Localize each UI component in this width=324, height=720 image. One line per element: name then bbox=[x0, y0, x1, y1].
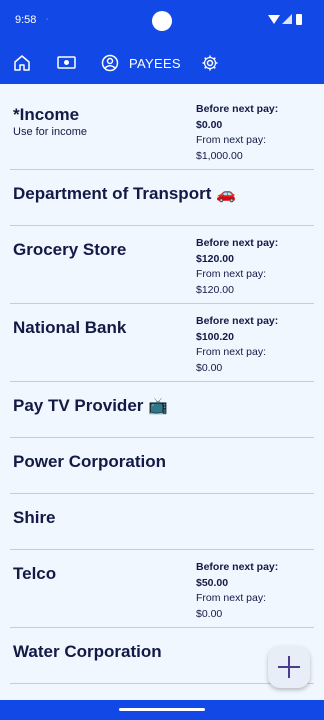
add-payee-button[interactable] bbox=[268, 646, 310, 688]
from-next-pay-value: $0.00 bbox=[196, 607, 223, 620]
from-next-pay-value: $0.00 bbox=[196, 361, 223, 374]
payee-name: *Income bbox=[13, 105, 80, 124]
top-navigation: PAYEES bbox=[0, 42, 324, 84]
tv-icon: 📺 bbox=[148, 398, 169, 415]
pay-summary: Before next pay: $100.20 From next pay: … bbox=[196, 314, 278, 376]
status-bar: 9:58 · bbox=[0, 0, 324, 42]
payee-name: Pay TV Provider 📺 bbox=[13, 396, 168, 416]
payee-name: National Bank bbox=[13, 318, 127, 337]
list-item[interactable]: *Income Use for income Before next pay: … bbox=[10, 84, 314, 170]
money-icon[interactable] bbox=[57, 54, 76, 72]
before-next-pay-label: Before next pay: bbox=[196, 103, 279, 115]
payee-name: Power Corporation bbox=[13, 452, 167, 471]
payee-name-text: Pay TV Provider bbox=[13, 396, 144, 415]
list-item[interactable]: Shire bbox=[10, 494, 314, 550]
gear-icon[interactable] bbox=[201, 54, 219, 72]
from-next-pay-label: From next pay: bbox=[196, 592, 267, 604]
gesture-bar bbox=[0, 700, 324, 720]
payee-name: Grocery Store bbox=[13, 240, 127, 259]
plus-icon-stem bbox=[288, 656, 290, 678]
pay-summary: Before next pay: $120.00 From next pay: … bbox=[196, 236, 278, 298]
home-icon[interactable] bbox=[13, 54, 31, 72]
pay-summary: Before next pay: $0.00 From next pay: $1… bbox=[196, 102, 278, 164]
list-item[interactable]: Grocery Store Before next pay: $120.00 F… bbox=[10, 226, 314, 304]
battery-icon bbox=[296, 14, 302, 25]
payee-name: Water Corporation bbox=[13, 642, 162, 661]
from-next-pay-label: From next pay: bbox=[196, 268, 267, 280]
status-time: 9:58 bbox=[15, 14, 37, 26]
from-next-pay-value: $120.00 bbox=[196, 283, 234, 296]
home-gesture-handle[interactable] bbox=[119, 708, 205, 711]
wifi-icon bbox=[268, 15, 280, 24]
payee-subtitle: Use for income bbox=[13, 126, 87, 138]
payee-name: Telco bbox=[13, 564, 57, 583]
before-next-pay-label: Before next pay: bbox=[196, 315, 279, 327]
pay-summary: Before next pay: $50.00 From next pay: $… bbox=[196, 560, 278, 622]
from-next-pay-label: From next pay: bbox=[196, 134, 267, 146]
tab-payees-label[interactable]: PAYEES bbox=[129, 56, 181, 71]
from-next-pay-label: From next pay: bbox=[196, 346, 267, 358]
from-next-pay-value: $1,000.00 bbox=[196, 149, 243, 162]
list-item[interactable]: National Bank Before next pay: $100.20 F… bbox=[10, 304, 314, 382]
signal-icon bbox=[282, 14, 292, 24]
notification-dot: · bbox=[46, 16, 49, 23]
before-next-pay-value: $120.00 bbox=[196, 252, 234, 265]
before-next-pay-label: Before next pay: bbox=[196, 237, 279, 249]
payee-name-text: Department of Transport bbox=[13, 184, 212, 203]
list-item[interactable]: Power Corporation bbox=[10, 438, 314, 494]
person-circle-icon[interactable] bbox=[101, 54, 119, 72]
before-next-pay-label: Before next pay: bbox=[196, 561, 279, 573]
car-icon: 🚗 bbox=[216, 186, 237, 203]
before-next-pay-value: $0.00 bbox=[196, 118, 223, 131]
before-next-pay-value: $50.00 bbox=[196, 576, 229, 589]
list-item[interactable]: Pay TV Provider 📺 bbox=[10, 382, 314, 438]
payee-list: *Income Use for income Before next pay: … bbox=[0, 84, 324, 700]
camera-cutout bbox=[152, 11, 172, 31]
before-next-pay-value: $100.20 bbox=[196, 330, 234, 343]
payee-name: Department of Transport 🚗 bbox=[13, 184, 236, 204]
payee-name: Shire bbox=[13, 508, 56, 527]
list-item[interactable]: Department of Transport 🚗 bbox=[10, 170, 314, 226]
list-item[interactable]: Telco Before next pay: $50.00 From next … bbox=[10, 550, 314, 628]
